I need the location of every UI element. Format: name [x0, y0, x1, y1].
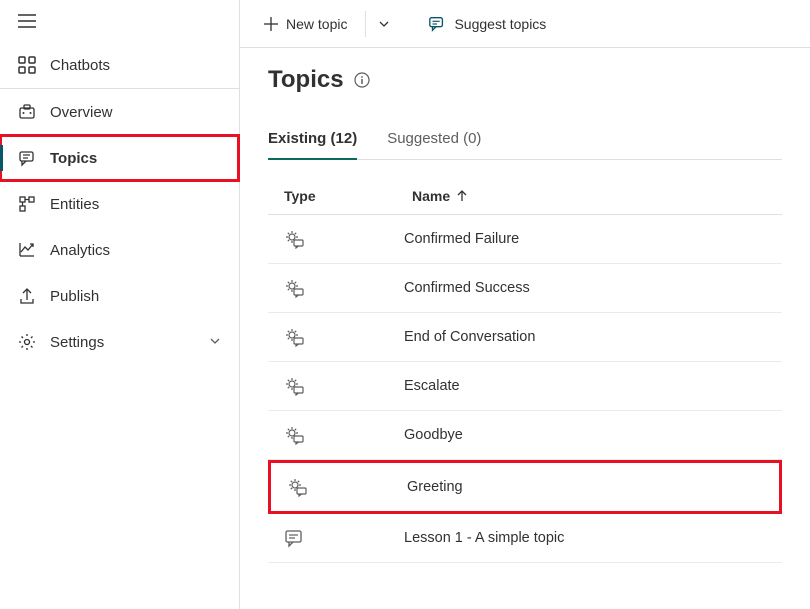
- table-row[interactable]: End of Conversation: [268, 313, 782, 362]
- sidebar-item-label: Overview: [50, 104, 113, 121]
- publish-icon: [18, 287, 36, 305]
- tabs: Existing (12) Suggested (0): [268, 120, 782, 160]
- grid-icon: [18, 56, 36, 74]
- sidebar-item-label: Entities: [50, 196, 99, 213]
- settings-icon: [18, 333, 36, 351]
- toolbar: New topic Suggest topics: [240, 0, 810, 48]
- sort-asc-icon: [456, 190, 468, 202]
- tab-suggested[interactable]: Suggested (0): [387, 120, 481, 159]
- table-row[interactable]: Greeting: [268, 460, 782, 514]
- table-row[interactable]: Confirmed Failure: [268, 215, 782, 264]
- sidebar-item-topics[interactable]: Topics: [0, 135, 239, 181]
- sidebar-item-analytics[interactable]: Analytics: [0, 227, 239, 273]
- topic-name: Escalate: [404, 378, 460, 394]
- analytics-icon: [18, 241, 36, 259]
- topics-table: Type Name Confirmed Failure Confirmed Suc…: [268, 178, 782, 563]
- sidebar-item-entities[interactable]: Entities: [0, 181, 239, 227]
- plus-icon: [264, 17, 278, 31]
- topic-name: Confirmed Success: [404, 280, 530, 296]
- table-body: Confirmed Failure Confirmed Success End of…: [268, 215, 782, 563]
- chevron-down-icon: [378, 18, 390, 30]
- page-title: Topics: [268, 66, 344, 94]
- sidebar-item-chatbots[interactable]: Chatbots: [0, 42, 239, 88]
- column-header-name[interactable]: Name: [412, 188, 766, 204]
- topic-type-icon: [284, 278, 404, 298]
- sidebar-item-label: Publish: [50, 288, 99, 305]
- table-row[interactable]: Lesson 1 - A simple topic: [268, 514, 782, 563]
- hamburger-icon: [18, 14, 36, 28]
- topic-name: Greeting: [407, 479, 463, 495]
- topics-icon: [18, 149, 36, 167]
- sidebar-item-label: Chatbots: [50, 57, 110, 74]
- main: New topic Suggest topics Topics: [240, 0, 810, 609]
- new-topic-dropdown[interactable]: [378, 18, 390, 30]
- sidebar-item-label: Analytics: [50, 242, 110, 259]
- sidebar: Chatbots Overview Topics Entities Analytics…: [0, 0, 240, 609]
- sidebar-nav: Overview Topics Entities Analytics Publish Se…: [0, 89, 239, 365]
- tab-existing[interactable]: Existing (12): [268, 120, 357, 159]
- table-row[interactable]: Goodbye: [268, 411, 782, 460]
- suggest-icon: [428, 15, 446, 33]
- topic-name: End of Conversation: [404, 329, 535, 345]
- topic-type-icon: [284, 376, 404, 396]
- new-topic-label: New topic: [286, 16, 347, 32]
- topic-type-icon: [284, 327, 404, 347]
- topic-name: Goodbye: [404, 427, 463, 443]
- new-topic-button[interactable]: New topic: [258, 10, 353, 38]
- suggest-topics-label: Suggest topics: [454, 16, 546, 32]
- toolbar-separator: [365, 11, 366, 37]
- sidebar-item-overview[interactable]: Overview: [0, 89, 239, 135]
- topic-type-icon: [284, 229, 404, 249]
- topic-type-icon: [284, 528, 404, 548]
- topic-type-icon: [284, 425, 404, 445]
- table-row[interactable]: Escalate: [268, 362, 782, 411]
- chevron-down-icon: [209, 334, 221, 351]
- sidebar-item-label: Topics: [50, 150, 97, 167]
- topic-name: Lesson 1 - A simple topic: [404, 530, 564, 546]
- sidebar-item-label: Settings: [50, 334, 104, 351]
- page-title-row: Topics: [268, 66, 782, 94]
- info-icon[interactable]: [354, 72, 370, 88]
- column-header-name-label: Name: [412, 188, 450, 204]
- column-header-type[interactable]: Type: [284, 188, 404, 204]
- table-header: Type Name: [268, 178, 782, 215]
- overview-icon: [18, 103, 36, 121]
- sidebar-item-settings[interactable]: Settings: [0, 319, 239, 365]
- topic-name: Confirmed Failure: [404, 231, 519, 247]
- sidebar-item-publish[interactable]: Publish: [0, 273, 239, 319]
- hamburger-button[interactable]: [0, 0, 239, 42]
- suggest-topics-button[interactable]: Suggest topics: [422, 9, 552, 39]
- entities-icon: [18, 195, 36, 213]
- table-row[interactable]: Confirmed Success: [268, 264, 782, 313]
- content: Topics Existing (12) Suggested (0) Type N…: [240, 48, 810, 581]
- topic-type-icon: [287, 477, 407, 497]
